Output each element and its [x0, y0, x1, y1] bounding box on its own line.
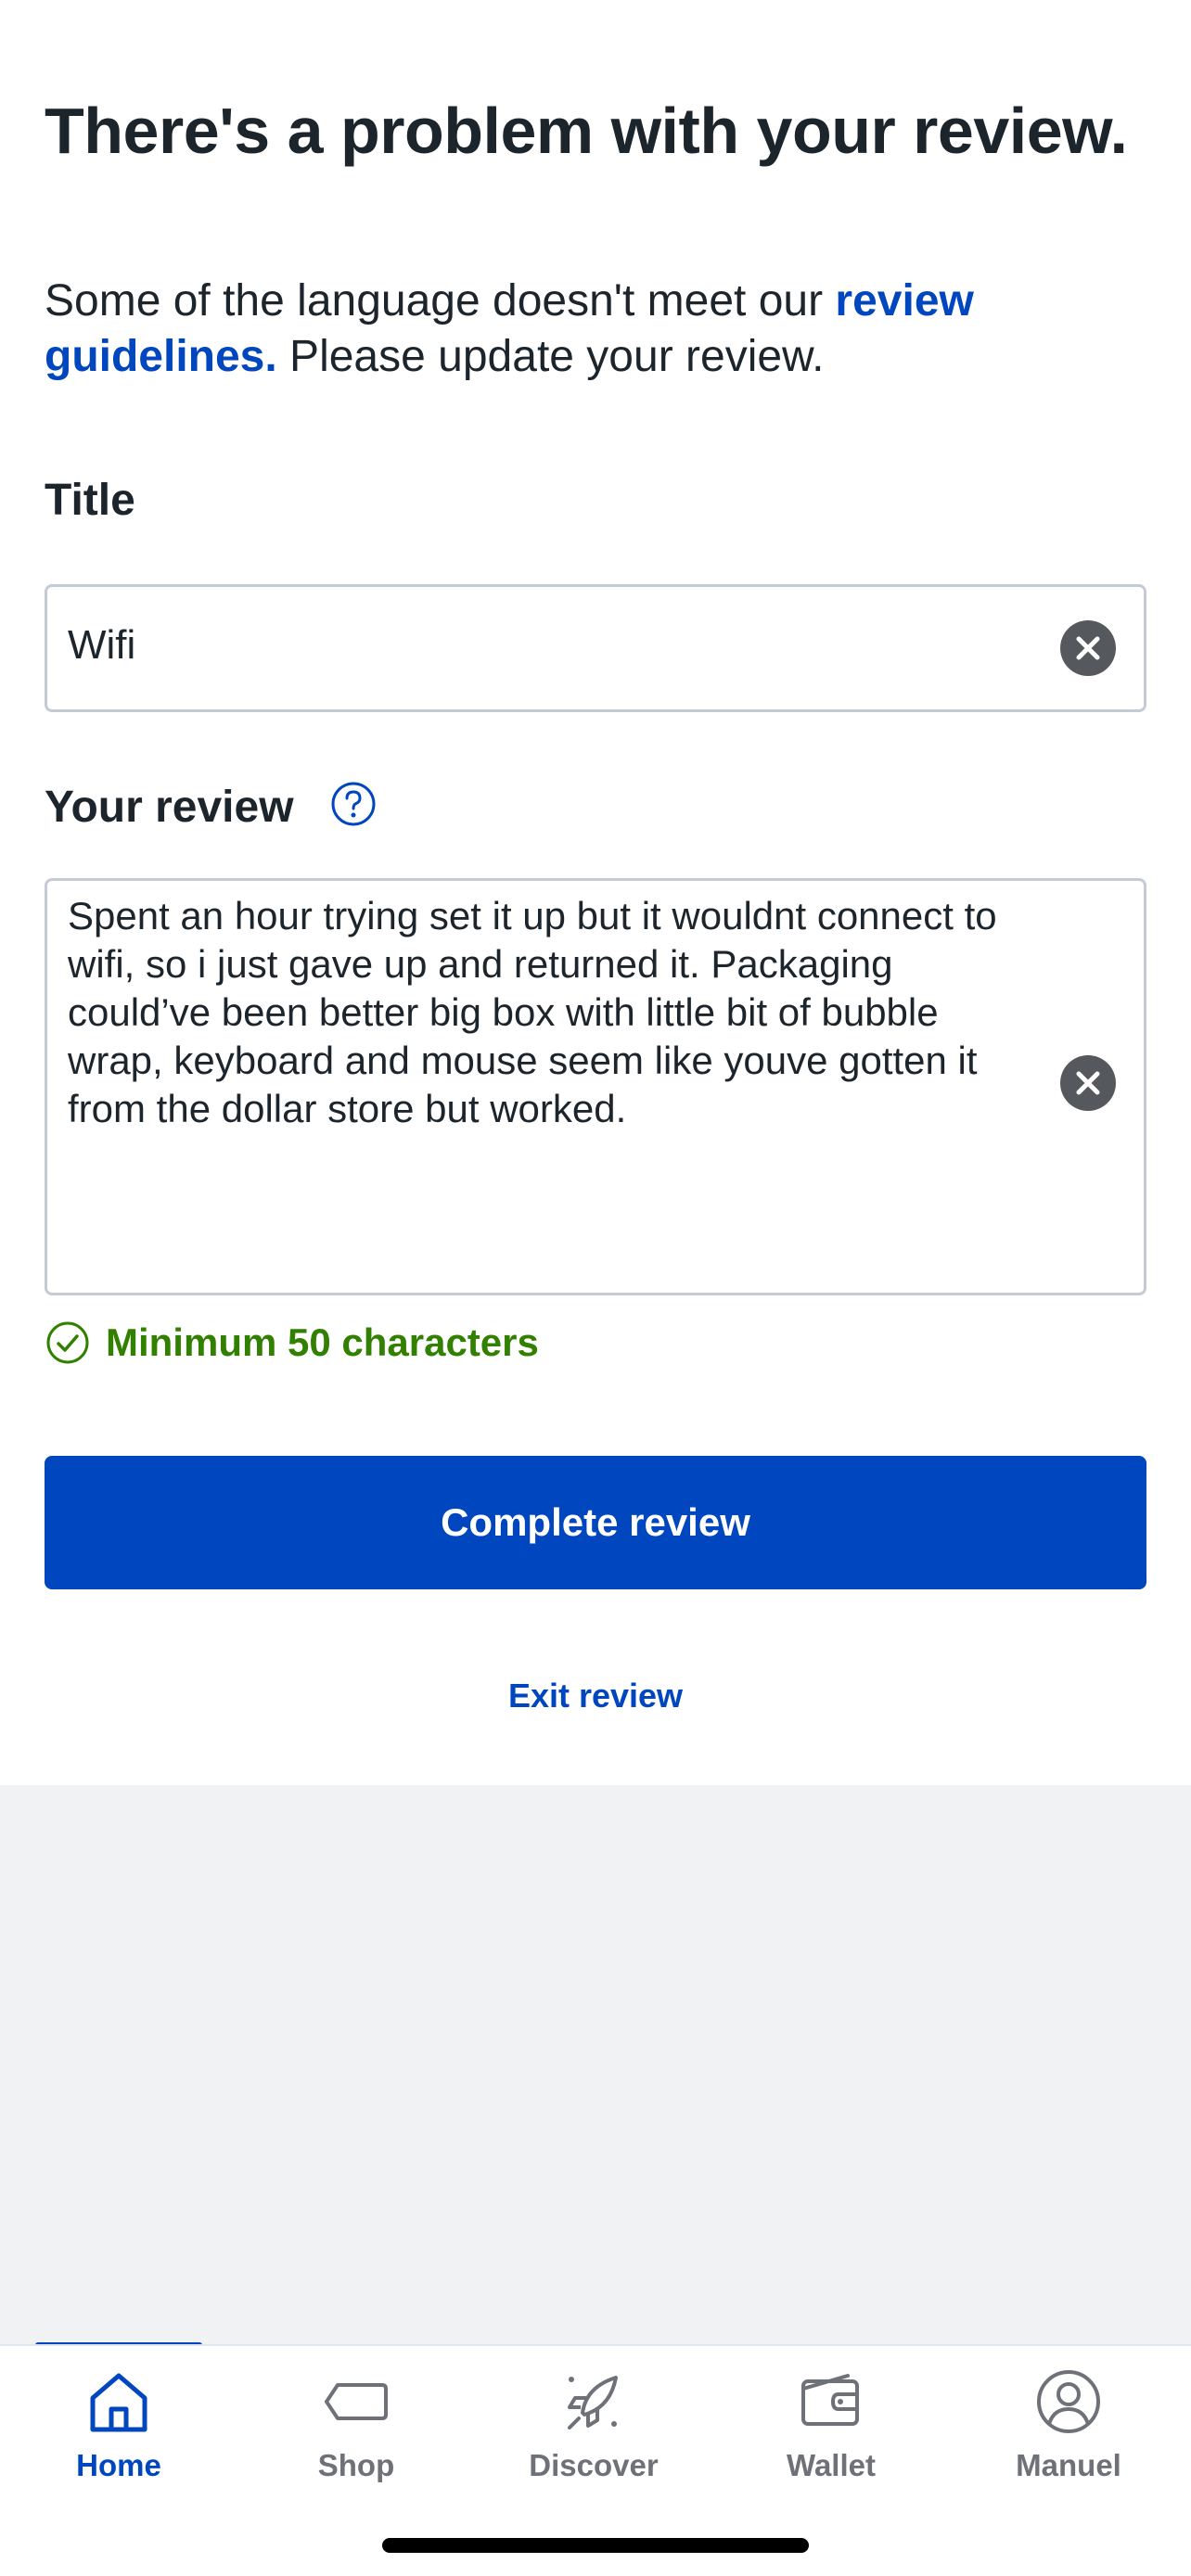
min-characters-indicator: Minimum 50 characters	[45, 1317, 539, 1369]
review-form-panel: There's a problem with your review. Some…	[0, 0, 1191, 1785]
check-circle-icon	[46, 1321, 89, 1364]
page-title: There's a problem with your review.	[45, 95, 1128, 167]
review-textarea[interactable]: Spent an hour trying set it up but it wo…	[45, 878, 1146, 1295]
clear-title-button[interactable]	[1060, 620, 1116, 676]
title-label: Title	[45, 476, 135, 525]
exit-review-link[interactable]: Exit review	[0, 1677, 1191, 1715]
home-indicator	[382, 2538, 809, 2553]
tab-account-label: Manuel	[1016, 2448, 1121, 2482]
tab-home-label: Home	[76, 2448, 161, 2482]
rocket-icon	[568, 2376, 618, 2429]
min-characters-text: Minimum 50 characters	[106, 1320, 539, 1364]
home-icon	[90, 2373, 147, 2432]
title-input-value: Wifi	[68, 622, 136, 668]
empty-background	[0, 1785, 1191, 2344]
guidelines-message: Some of the language doesn't meet our re…	[45, 274, 1139, 385]
review-textarea-value: Spent an hour trying set it up but it wo…	[68, 894, 997, 1130]
tab-discover-label: Discover	[529, 2448, 659, 2482]
clear-review-button[interactable]	[1060, 1055, 1116, 1111]
guidelines-message-text: Some of the language doesn't meet our	[45, 276, 836, 325]
guidelines-message-text-after: Please update your review.	[276, 332, 825, 381]
title-input[interactable]: Wifi	[45, 584, 1146, 712]
tab-shop[interactable]: Shop	[237, 2346, 475, 2504]
close-icon	[1076, 636, 1100, 660]
complete-review-button[interactable]: Complete review	[45, 1456, 1146, 1589]
tab-wallet[interactable]: Wallet	[712, 2346, 950, 2504]
tab-discover[interactable]: Discover	[475, 2346, 712, 2504]
tab-shop-label: Shop	[317, 2448, 395, 2482]
wallet-icon	[801, 2374, 859, 2426]
tab-account[interactable]: Manuel	[950, 2346, 1187, 2504]
user-icon	[1037, 2370, 1100, 2433]
review-label: Your review	[45, 783, 294, 832]
tab-home[interactable]: Home	[0, 2346, 237, 2504]
tag-icon	[325, 2383, 388, 2420]
tab-wallet-label: Wallet	[787, 2448, 876, 2482]
close-icon	[1076, 1071, 1100, 1095]
help-icon[interactable]	[330, 781, 377, 827]
